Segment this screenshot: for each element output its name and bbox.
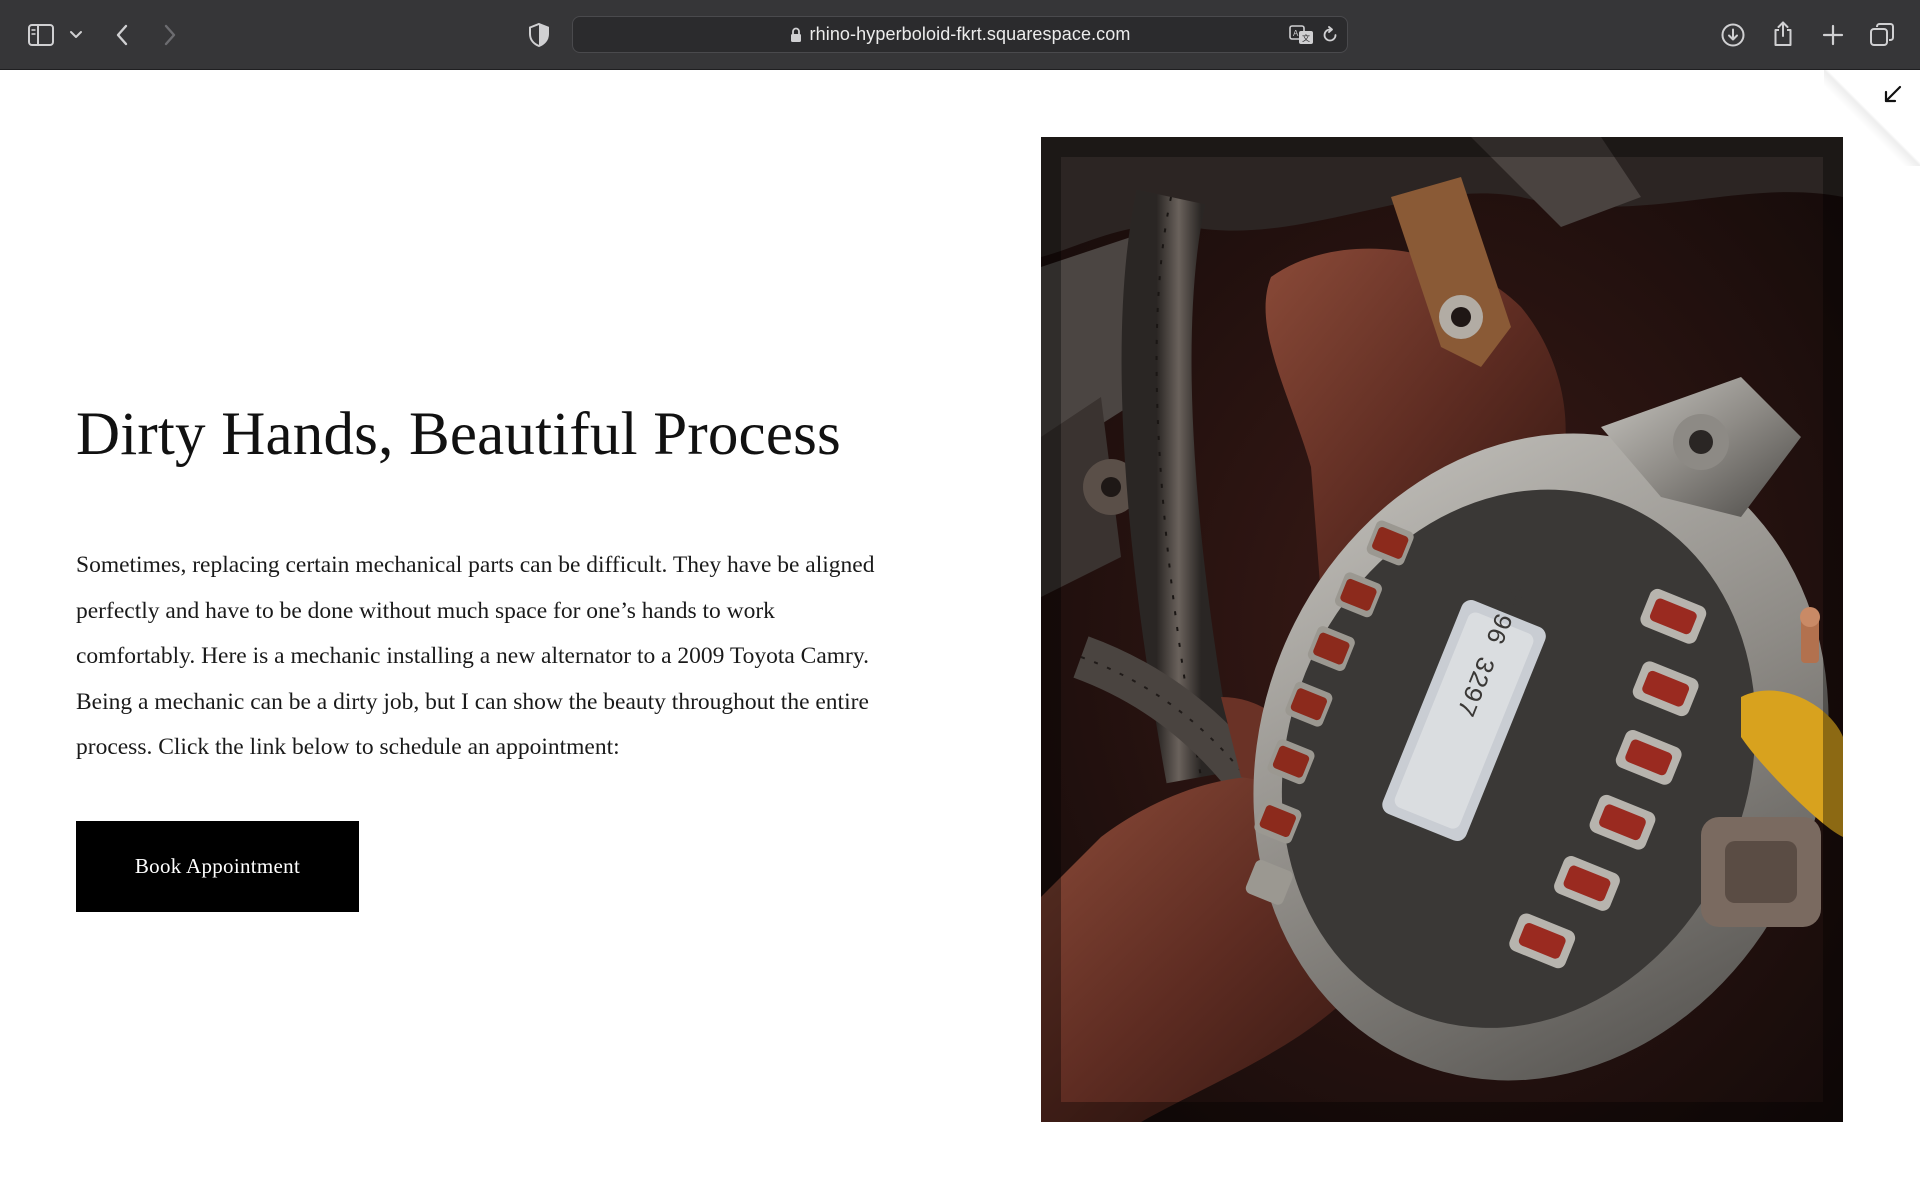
page-title: Dirty Hands, Beautiful Process bbox=[76, 401, 841, 468]
browser-toolbar: rhino-hyperboloid-fkrt.squarespace.com A… bbox=[0, 0, 1920, 70]
address-bar[interactable]: rhino-hyperboloid-fkrt.squarespace.com A… bbox=[572, 16, 1348, 53]
forward-arrow-icon[interactable] bbox=[156, 20, 184, 50]
chevron-down-icon[interactable] bbox=[66, 25, 86, 45]
intro-paragraph: Sometimes, replacing certain mechanical … bbox=[76, 552, 875, 760]
plus-icon[interactable] bbox=[1818, 20, 1848, 50]
svg-text:A: A bbox=[1293, 29, 1299, 38]
download-icon[interactable] bbox=[1718, 20, 1748, 50]
shield-icon[interactable] bbox=[524, 20, 554, 50]
back-arrow-icon[interactable] bbox=[108, 20, 136, 50]
page-content: Dirty Hands, Beautiful Process Sometimes… bbox=[0, 70, 1920, 1200]
hero-image: 2196 3297 bbox=[1041, 137, 1843, 1122]
svg-text:文: 文 bbox=[1302, 33, 1310, 43]
tabs-icon[interactable] bbox=[1867, 20, 1897, 50]
collapse-arrow-icon[interactable] bbox=[1880, 82, 1906, 108]
sidebar-icon[interactable] bbox=[26, 21, 56, 49]
url-text: rhino-hyperboloid-fkrt.squarespace.com bbox=[809, 24, 1131, 44]
reload-icon[interactable] bbox=[1321, 26, 1339, 44]
book-appointment-button[interactable]: Book Appointment bbox=[76, 821, 359, 912]
lock-icon bbox=[790, 27, 802, 43]
share-icon[interactable] bbox=[1768, 18, 1798, 50]
translate-icon[interactable]: A 文 bbox=[1289, 24, 1315, 46]
